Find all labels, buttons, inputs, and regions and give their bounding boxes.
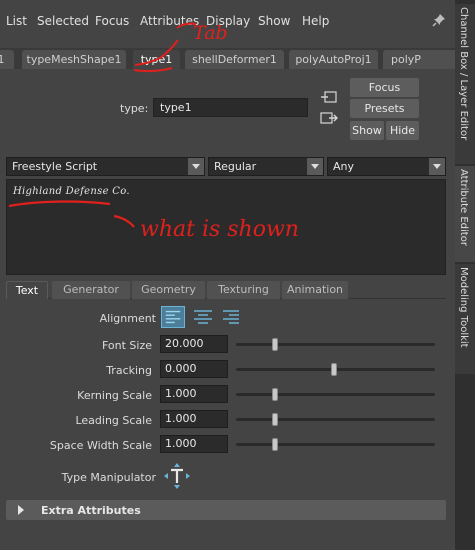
tab-shelldeformer1[interactable]: shellDeformer1	[185, 50, 284, 69]
text-input-area[interactable]: Highland Defense Co.	[6, 179, 446, 275]
script-value: Any	[333, 160, 355, 173]
dock-tab-channel-box[interactable]: Channel Box / Layer Editor	[455, 4, 475, 164]
tracking-field[interactable]: 0.000	[160, 360, 228, 378]
dock-tab-attribute-editor[interactable]: Attribute Editor	[455, 166, 475, 262]
font-style-dropdown[interactable]: Regular	[208, 157, 324, 176]
menu-selected[interactable]: Selected	[37, 14, 89, 28]
pin-icon[interactable]	[432, 13, 446, 27]
slider-handle[interactable]	[331, 363, 337, 376]
menu-bar: List Selected Focus Attributes Display S…	[0, 0, 455, 42]
node-name-field[interactable]: type1	[153, 98, 308, 117]
menu-attributes[interactable]: Attributes	[140, 14, 199, 28]
leading-scale-field[interactable]: 1.000	[160, 410, 228, 428]
menu-display[interactable]: Display	[206, 14, 250, 28]
subtab-texturing[interactable]: Texturing	[207, 281, 280, 299]
alignment-label: Alignment	[99, 312, 156, 325]
menu-help[interactable]: Help	[302, 14, 329, 28]
space-width-scale-slider[interactable]	[236, 438, 435, 451]
kerning-scale-label: Kerning Scale	[77, 389, 152, 402]
subtab-geometry[interactable]: Geometry	[132, 281, 205, 299]
space-width-scale-field[interactable]: 1.000	[160, 435, 228, 453]
focus-button[interactable]: Focus	[350, 78, 419, 97]
slider-handle[interactable]	[272, 388, 278, 401]
subtab-generator[interactable]: Generator	[52, 281, 130, 299]
tracking-label: Tracking	[106, 364, 152, 377]
subtab-animation[interactable]: Animation	[282, 281, 348, 299]
font-size-field[interactable]: 20.000	[160, 335, 228, 353]
leading-scale-slider[interactable]	[236, 413, 435, 426]
side-dock: Channel Box / Layer Editor Attribute Edi…	[455, 0, 475, 550]
slider-handle[interactable]	[272, 438, 278, 451]
font-style-value: Regular	[214, 160, 257, 173]
menu-show[interactable]: Show	[258, 14, 290, 28]
preview-text: Highland Defense Co.	[13, 186, 130, 197]
chevron-down-icon	[307, 158, 323, 175]
dock-tab-modeling-toolkit[interactable]: Modeling Toolkit	[455, 264, 475, 374]
output-connection-icon[interactable]	[320, 111, 338, 125]
slider-handle[interactable]	[272, 338, 278, 351]
presets-button[interactable]: Presets	[350, 99, 419, 118]
expand-arrow-icon	[18, 505, 24, 515]
tab-polyp-partial[interactable]: polyP	[383, 50, 455, 69]
script-dropdown[interactable]: Any	[327, 157, 446, 176]
tab-polyautoproj1[interactable]: polyAutoProj1	[289, 50, 378, 69]
type-label: type:	[120, 102, 149, 115]
extra-attributes-label: Extra Attributes	[41, 504, 141, 517]
node-tab-strip: 1 typeMeshShape1 type1 shellDeformer1 po…	[0, 48, 455, 69]
slider-handle[interactable]	[272, 413, 278, 426]
leading-scale-label: Leading Scale	[75, 414, 152, 427]
font-size-slider[interactable]	[236, 338, 435, 351]
align-center-icon[interactable]	[191, 306, 215, 328]
tab-typemeshshape1[interactable]: typeMeshShape1	[22, 50, 126, 69]
kerning-scale-field[interactable]: 1.000	[160, 385, 228, 403]
chevron-down-icon	[188, 158, 204, 175]
align-right-icon[interactable]	[219, 306, 243, 328]
show-button[interactable]: Show	[350, 121, 384, 140]
tab-type1[interactable]: type1	[133, 50, 180, 69]
hide-button[interactable]: Hide	[386, 121, 419, 140]
menu-list[interactable]: List	[6, 14, 27, 28]
align-left-icon[interactable]	[161, 306, 185, 328]
tracking-slider[interactable]	[236, 363, 435, 376]
chevron-down-icon	[429, 158, 445, 175]
extra-attributes-section[interactable]: Extra Attributes	[6, 500, 446, 520]
tab-node-partial[interactable]: 1	[0, 50, 14, 69]
input-connection-icon[interactable]	[320, 90, 338, 104]
menu-focus[interactable]: Focus	[95, 14, 129, 28]
attribute-subtabs: Text Generator Geometry Texturing Animat…	[6, 281, 446, 299]
space-width-scale-label: Space Width Scale	[49, 439, 152, 452]
font-family-value: Freestyle Script	[12, 160, 98, 173]
font-family-dropdown[interactable]: Freestyle Script	[6, 157, 205, 176]
font-size-label: Font Size	[101, 339, 152, 352]
subtab-text[interactable]: Text	[6, 281, 48, 299]
type-manipulator-label: Type Manipulator	[61, 471, 156, 484]
type-manipulator-icon[interactable]	[163, 462, 191, 490]
kerning-scale-slider[interactable]	[236, 388, 435, 401]
